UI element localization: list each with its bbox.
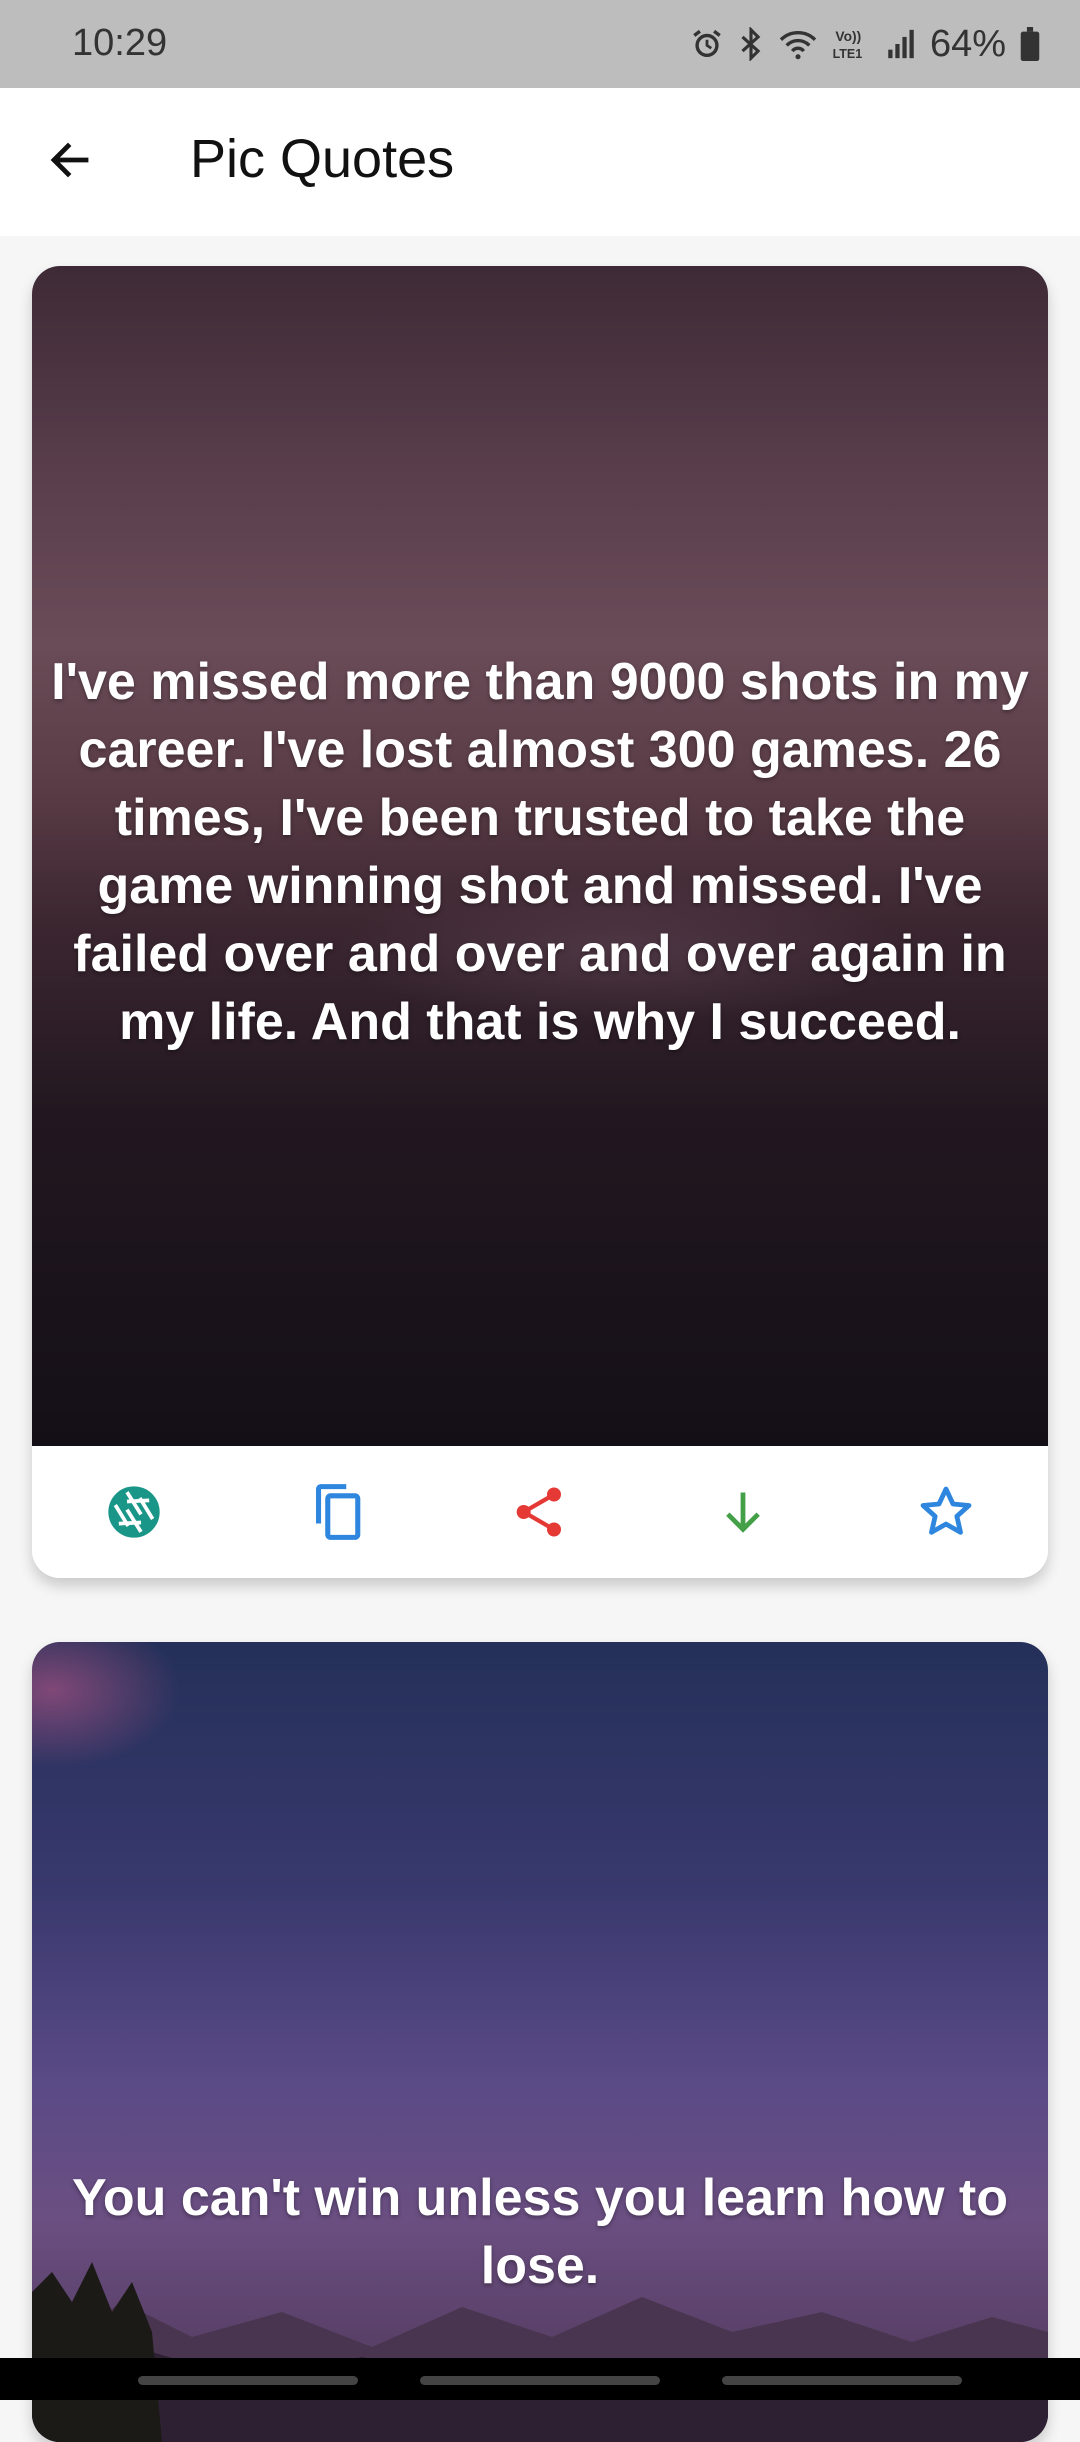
wifi-icon bbox=[778, 27, 818, 61]
svg-text:Vo)): Vo)) bbox=[835, 28, 861, 44]
volte-lte-icon: Vo)) LTE1 bbox=[832, 26, 872, 62]
quote-card: You can't win unless you learn how to lo… bbox=[32, 1642, 1048, 2442]
nav-back[interactable] bbox=[722, 2376, 962, 2385]
quote-background-image: I've missed more than 9000 shots in my c… bbox=[32, 266, 1048, 1446]
quote-text: I've missed more than 9000 shots in my c… bbox=[51, 653, 1029, 1051]
status-icons: Vo)) LTE1 64% bbox=[690, 20, 1040, 68]
app-bar: Pic Quotes bbox=[0, 88, 1080, 236]
download-button[interactable] bbox=[642, 1446, 845, 1578]
star-outline-icon bbox=[917, 1483, 975, 1541]
page-title: Pic Quotes bbox=[190, 129, 455, 189]
status-time: 10:29 bbox=[72, 22, 168, 64]
share-button[interactable] bbox=[438, 1446, 641, 1578]
back-button[interactable] bbox=[34, 126, 106, 198]
copy-icon bbox=[309, 1482, 365, 1542]
quote-text: You can't win unless you learn how to lo… bbox=[72, 2169, 1008, 2295]
alarm-icon bbox=[690, 27, 724, 61]
nav-recent-apps[interactable] bbox=[138, 2376, 358, 2385]
battery-percentage: 64% bbox=[929, 22, 1006, 65]
arrow-left-icon bbox=[46, 136, 94, 189]
quote-background-image: You can't win unless you learn how to lo… bbox=[32, 1642, 1048, 2442]
signal-icon bbox=[886, 27, 916, 61]
quote-action-bar bbox=[32, 1446, 1048, 1578]
camera-aperture-icon bbox=[106, 1484, 162, 1540]
copy-button[interactable] bbox=[235, 1446, 438, 1578]
download-arrow-icon bbox=[717, 1486, 769, 1538]
nav-home[interactable] bbox=[420, 2376, 660, 2385]
quote-card: I've missed more than 9000 shots in my c… bbox=[32, 266, 1048, 1578]
svg-text:LTE1: LTE1 bbox=[833, 47, 863, 61]
favorite-button[interactable] bbox=[845, 1446, 1048, 1578]
share-icon bbox=[512, 1484, 568, 1540]
change-image-button[interactable] bbox=[32, 1446, 235, 1578]
system-navigation-bar bbox=[0, 2358, 1080, 2400]
bluetooth-icon bbox=[738, 27, 764, 61]
battery-icon bbox=[1020, 27, 1040, 61]
status-bar: 10:29 Vo)) LTE1 64% bbox=[0, 0, 1080, 88]
